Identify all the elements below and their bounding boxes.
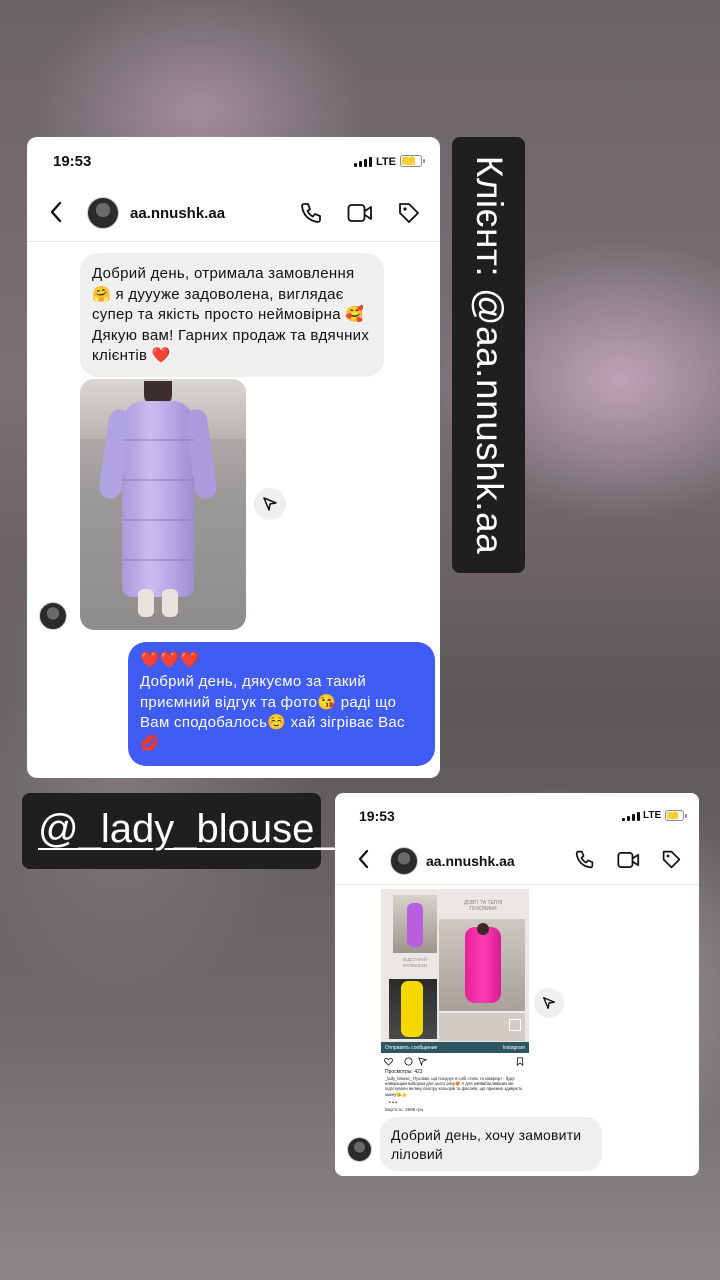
signal-icon (622, 812, 640, 821)
share-icon[interactable] (418, 1057, 427, 1066)
comment-icon[interactable] (404, 1057, 413, 1066)
post-actions (384, 1057, 526, 1067)
bottom-chat-screenshot: 19:53 LTE ⚡ aa.nnushk.aa ДОВГІ ТА ТЕПЛІ … (335, 793, 699, 1176)
signal-icon (354, 157, 372, 167)
post-views: Просмотры: 423 (385, 1069, 423, 1075)
chat-header: aa.nnushk.aa (27, 183, 440, 242)
post-caption: _lady_blouse_ Пуховик, що поєднує в собі… (385, 1076, 523, 1097)
outgoing-message: ❤️❤️❤️ Добрий день, дякуємо за такий при… (128, 642, 435, 766)
incoming-message: Добрий день, хочу замовити ліловий (380, 1117, 602, 1171)
client-label: Клієнт: @aa.nnushk.aa (452, 137, 525, 573)
sender-avatar[interactable] (39, 602, 67, 630)
hearts-line: ❤️❤️❤️ (140, 652, 200, 669)
status-time: 19:53 (359, 808, 395, 824)
top-chat-screenshot: 19:53 LTE ⚡ aa.nnushk.aa Добрий день, от… (27, 137, 440, 778)
bookmark-icon[interactable] (516, 1057, 524, 1066)
send-message-label: Отправить сообщение (385, 1044, 438, 1051)
chat-header: aa.nnushk.aa (335, 833, 699, 885)
phone-icon[interactable] (299, 201, 323, 225)
message-text: Добрий день, дякуємо за такий приємний в… (140, 673, 405, 752)
avatar[interactable] (87, 197, 119, 229)
tag-icon[interactable] (661, 849, 682, 870)
battery-icon: ⚡ (665, 810, 687, 821)
status-bar: 19:53 LTE ⚡ (335, 793, 699, 833)
brand-label[interactable]: @_lady_blouse_ (22, 793, 337, 869)
phone-icon[interactable] (574, 849, 595, 870)
incoming-message: Добрий день, отримала замовлення 🤗 я дуу… (80, 253, 384, 377)
brand-handle: _lady_blouse_ (78, 807, 337, 851)
post-dots: • • • (389, 1100, 398, 1106)
tag-icon[interactable] (397, 201, 421, 225)
video-call-icon[interactable] (617, 851, 640, 869)
chat-username[interactable]: aa.nnushk.aa (130, 205, 225, 222)
chat-username[interactable]: aa.nnushk.aa (426, 853, 515, 869)
network-label: LTE (643, 810, 662, 821)
message-text: Добрий день, хочу замовити ліловий (391, 1127, 582, 1162)
back-arrow-icon[interactable] (49, 201, 63, 223)
shared-post[interactable]: ДОВГІ ТА ТЕПЛІ ПУХОВИКИ ВІДСТАНІЙ КАПЮШО… (381, 889, 529, 1115)
share-button[interactable] (254, 488, 286, 520)
send-icon (543, 997, 555, 1009)
sender-avatar[interactable] (347, 1137, 372, 1162)
status-time: 19:53 (53, 153, 92, 170)
send-icon (263, 497, 277, 511)
heart-icon[interactable] (384, 1057, 393, 1066)
avatar[interactable] (390, 847, 418, 875)
back-arrow-icon[interactable] (357, 849, 369, 869)
video-call-icon[interactable] (347, 203, 373, 223)
status-bar: 19:53 LTE ⚡ (27, 137, 440, 183)
client-label-text: Клієнт: @aa.nnushk.aa (468, 155, 510, 555)
post-side-text: ВІДСТАНІЙ КАПЮШОН (402, 957, 428, 968)
message-text: Добрий день, отримала замовлення 🤗 я дуу… (92, 265, 370, 364)
post-collage: ДОВГІ ТА ТЕПЛІ ПУХОВИКИ ВІДСТАНІЙ КАПЮШО… (381, 889, 529, 1042)
post-title-line2: ПУХОВИКИ (469, 906, 497, 912)
share-button[interactable] (534, 988, 564, 1018)
battery-icon: ⚡ (400, 155, 425, 167)
customer-photo[interactable] (80, 379, 246, 630)
send-message-bar[interactable]: Отправить сообщение Instagram (381, 1042, 529, 1053)
network-label: LTE (376, 156, 396, 168)
post-price: Вартість: 2999 грн (385, 1107, 424, 1112)
instagram-label: Instagram (502, 1044, 525, 1051)
threads-icon: @ (38, 807, 79, 851)
